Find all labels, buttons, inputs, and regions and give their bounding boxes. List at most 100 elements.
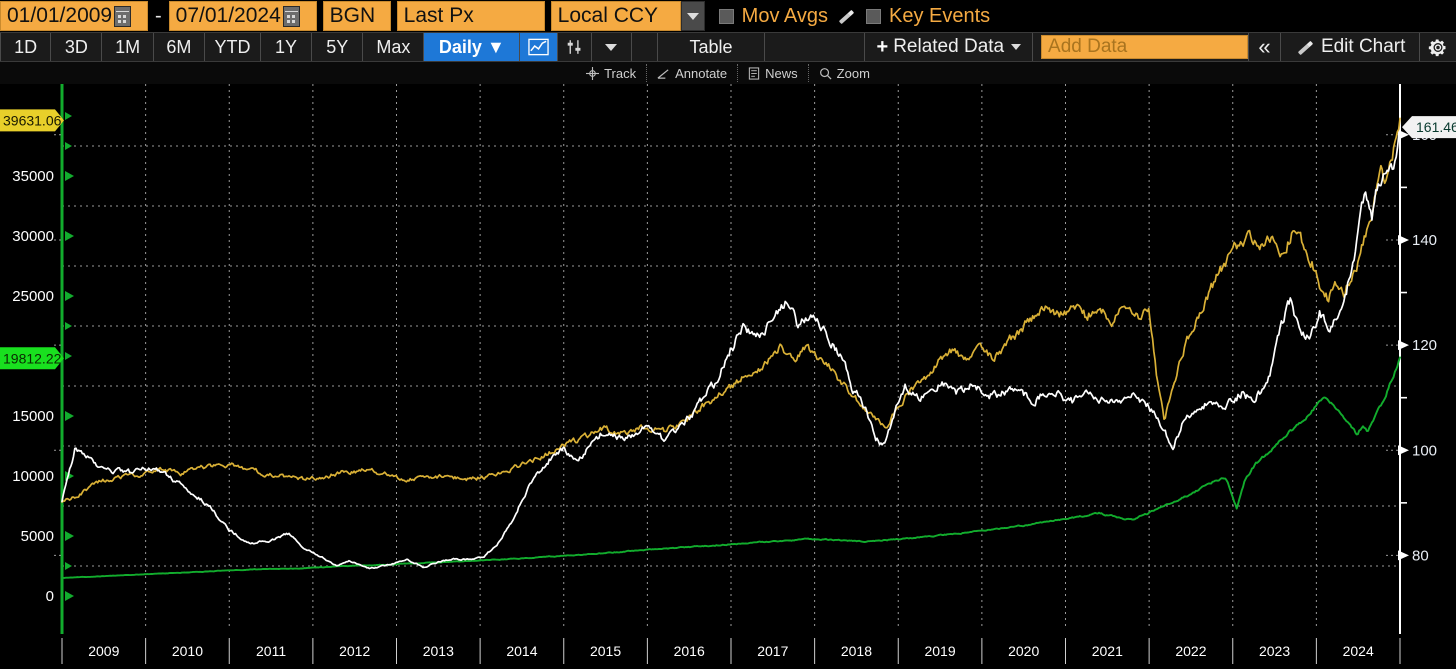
date-toolbar: 01/01/2009 - 07/01/2024 BGN Last Px Loca… xyxy=(0,0,1456,32)
sliders-icon xyxy=(566,38,583,56)
pencil-icon-2 xyxy=(1295,37,1315,57)
svg-text:2016: 2016 xyxy=(674,643,705,659)
edit-chart-label: Edit Chart xyxy=(1321,36,1405,58)
svg-text:2024: 2024 xyxy=(1343,643,1374,659)
start-date-field[interactable]: 01/01/2009 xyxy=(0,1,148,31)
collapse-button[interactable]: « xyxy=(1248,33,1282,61)
currency-dropdown-button[interactable] xyxy=(681,1,705,31)
chevron-down-icon-3 xyxy=(1011,44,1021,50)
mov-avgs-group[interactable]: Mov Avgs xyxy=(705,0,856,32)
chart-settings-button[interactable] xyxy=(558,33,592,61)
svg-text:2022: 2022 xyxy=(1175,643,1206,659)
svg-text:2021: 2021 xyxy=(1092,643,1123,659)
key-events-checkbox[interactable] xyxy=(866,9,881,24)
annotate-label: Annotate xyxy=(675,66,727,81)
left-axis-value-tag: 39631.06 xyxy=(0,109,64,131)
svg-text:5000: 5000 xyxy=(21,528,54,545)
news-label: News xyxy=(765,66,798,81)
start-date-value: 01/01/2009 xyxy=(7,4,112,28)
pricing-source-value: BGN xyxy=(330,4,376,28)
calendar-icon-start[interactable] xyxy=(114,6,131,27)
track-button[interactable]: Track xyxy=(576,64,647,82)
plus-icon: + xyxy=(877,36,889,59)
svg-text:2011: 2011 xyxy=(256,643,286,659)
svg-text:25000: 25000 xyxy=(12,288,54,305)
svg-text:19812.22: 19812.22 xyxy=(3,350,62,366)
chevron-down-icon xyxy=(687,13,699,20)
currency-value: Local CCY xyxy=(558,4,658,28)
chart-tools-toolbar: Track Annotate News Zoom xyxy=(0,62,1456,84)
settings-gear-button[interactable] xyxy=(1420,33,1456,61)
svg-text:10000: 10000 xyxy=(12,468,54,485)
svg-text:100: 100 xyxy=(1412,442,1437,459)
chart-options-dropdown[interactable] xyxy=(592,33,631,61)
svg-text:2010: 2010 xyxy=(172,643,203,659)
svg-text:2009: 2009 xyxy=(88,643,119,659)
line-chart-type-button[interactable] xyxy=(520,33,558,61)
range-tab-3d[interactable]: 3D xyxy=(51,33,102,61)
pencil-icon[interactable] xyxy=(836,6,856,26)
news-icon xyxy=(748,67,760,80)
end-date-value: 07/01/2024 xyxy=(176,4,281,28)
mov-avgs-checkbox[interactable] xyxy=(719,9,734,24)
price-type-field[interactable]: Last Px xyxy=(397,1,545,31)
svg-text:35000: 35000 xyxy=(12,168,54,185)
zoom-button[interactable]: Zoom xyxy=(809,64,880,82)
range-tab-5y[interactable]: 5Y xyxy=(312,33,363,61)
table-button[interactable]: Table xyxy=(658,33,766,61)
pricing-source-field[interactable]: BGN xyxy=(323,1,391,31)
end-date-field[interactable]: 07/01/2024 xyxy=(169,1,317,31)
svg-text:2014: 2014 xyxy=(506,643,537,659)
svg-text:120: 120 xyxy=(1412,337,1437,354)
key-events-label: Key Events xyxy=(889,5,990,28)
track-label: Track xyxy=(604,66,636,81)
edit-chart-button[interactable]: Edit Chart xyxy=(1281,33,1420,61)
range-tab-max[interactable]: Max xyxy=(363,33,424,61)
svg-text:2023: 2023 xyxy=(1259,643,1290,659)
date-range-dash: - xyxy=(148,0,169,32)
range-tab-1y[interactable]: 1Y xyxy=(261,33,312,61)
currency-field[interactable]: Local CCY xyxy=(551,1,681,31)
svg-text:15000: 15000 xyxy=(12,408,54,425)
svg-text:2017: 2017 xyxy=(757,643,788,659)
related-data-label: Related Data xyxy=(893,36,1004,58)
calendar-icon-end[interactable] xyxy=(283,6,300,27)
svg-text:2012: 2012 xyxy=(339,643,370,659)
price-type-value: Last Px xyxy=(404,4,474,28)
period-dropdown[interactable]: Daily ▼ xyxy=(424,33,520,61)
key-events-group[interactable]: Key Events xyxy=(856,0,990,32)
news-button[interactable]: News xyxy=(738,64,809,82)
svg-text:2013: 2013 xyxy=(423,643,454,659)
add-data-placeholder: Add Data xyxy=(1048,36,1127,58)
bloomberg-chart-window: 01/01/2009 - 07/01/2024 BGN Last Px Loca… xyxy=(0,0,1456,669)
svg-text:161.46: 161.46 xyxy=(1416,119,1456,135)
range-tab-6m[interactable]: 6M xyxy=(154,33,205,61)
chart-svg: 2009 2010 2011 2012 2013 2014 2015 2016 2017 2018… xyxy=(0,84,1456,669)
zoom-label: Zoom xyxy=(837,66,870,81)
left-axis-value-tag: 19812.22 xyxy=(0,347,64,369)
svg-text:30000: 30000 xyxy=(12,228,54,245)
double-chevron-left-icon: « xyxy=(1258,34,1270,60)
svg-text:2019: 2019 xyxy=(924,643,955,659)
range-tab-1m[interactable]: 1M xyxy=(102,33,153,61)
svg-text:2018: 2018 xyxy=(841,643,872,659)
svg-text:140: 140 xyxy=(1412,232,1437,249)
svg-text:2020: 2020 xyxy=(1008,643,1039,659)
annotate-icon xyxy=(657,67,670,80)
range-tab-1d[interactable]: 1D xyxy=(0,33,51,61)
right-axis-value-tag: 161.46 xyxy=(1402,116,1456,138)
range-tab-ytd[interactable]: YTD xyxy=(205,33,261,61)
chart-canvas[interactable]: 2009 2010 2011 2012 2013 2014 2015 2016 2017 2018… xyxy=(0,84,1456,669)
chevron-down-icon-2 xyxy=(605,44,617,51)
annotate-button[interactable]: Annotate xyxy=(647,64,738,82)
svg-text:80: 80 xyxy=(1412,547,1429,564)
gear-icon xyxy=(1428,37,1448,58)
mov-avgs-label: Mov Avgs xyxy=(742,5,828,28)
svg-text:2015: 2015 xyxy=(590,643,621,659)
add-data-input[interactable]: Add Data xyxy=(1041,35,1248,59)
related-data-button[interactable]: + Related Data xyxy=(865,33,1033,61)
search-icon xyxy=(819,67,832,80)
svg-text:0: 0 xyxy=(46,588,54,605)
crosshair-icon xyxy=(586,67,599,80)
line-chart-icon xyxy=(528,38,549,56)
